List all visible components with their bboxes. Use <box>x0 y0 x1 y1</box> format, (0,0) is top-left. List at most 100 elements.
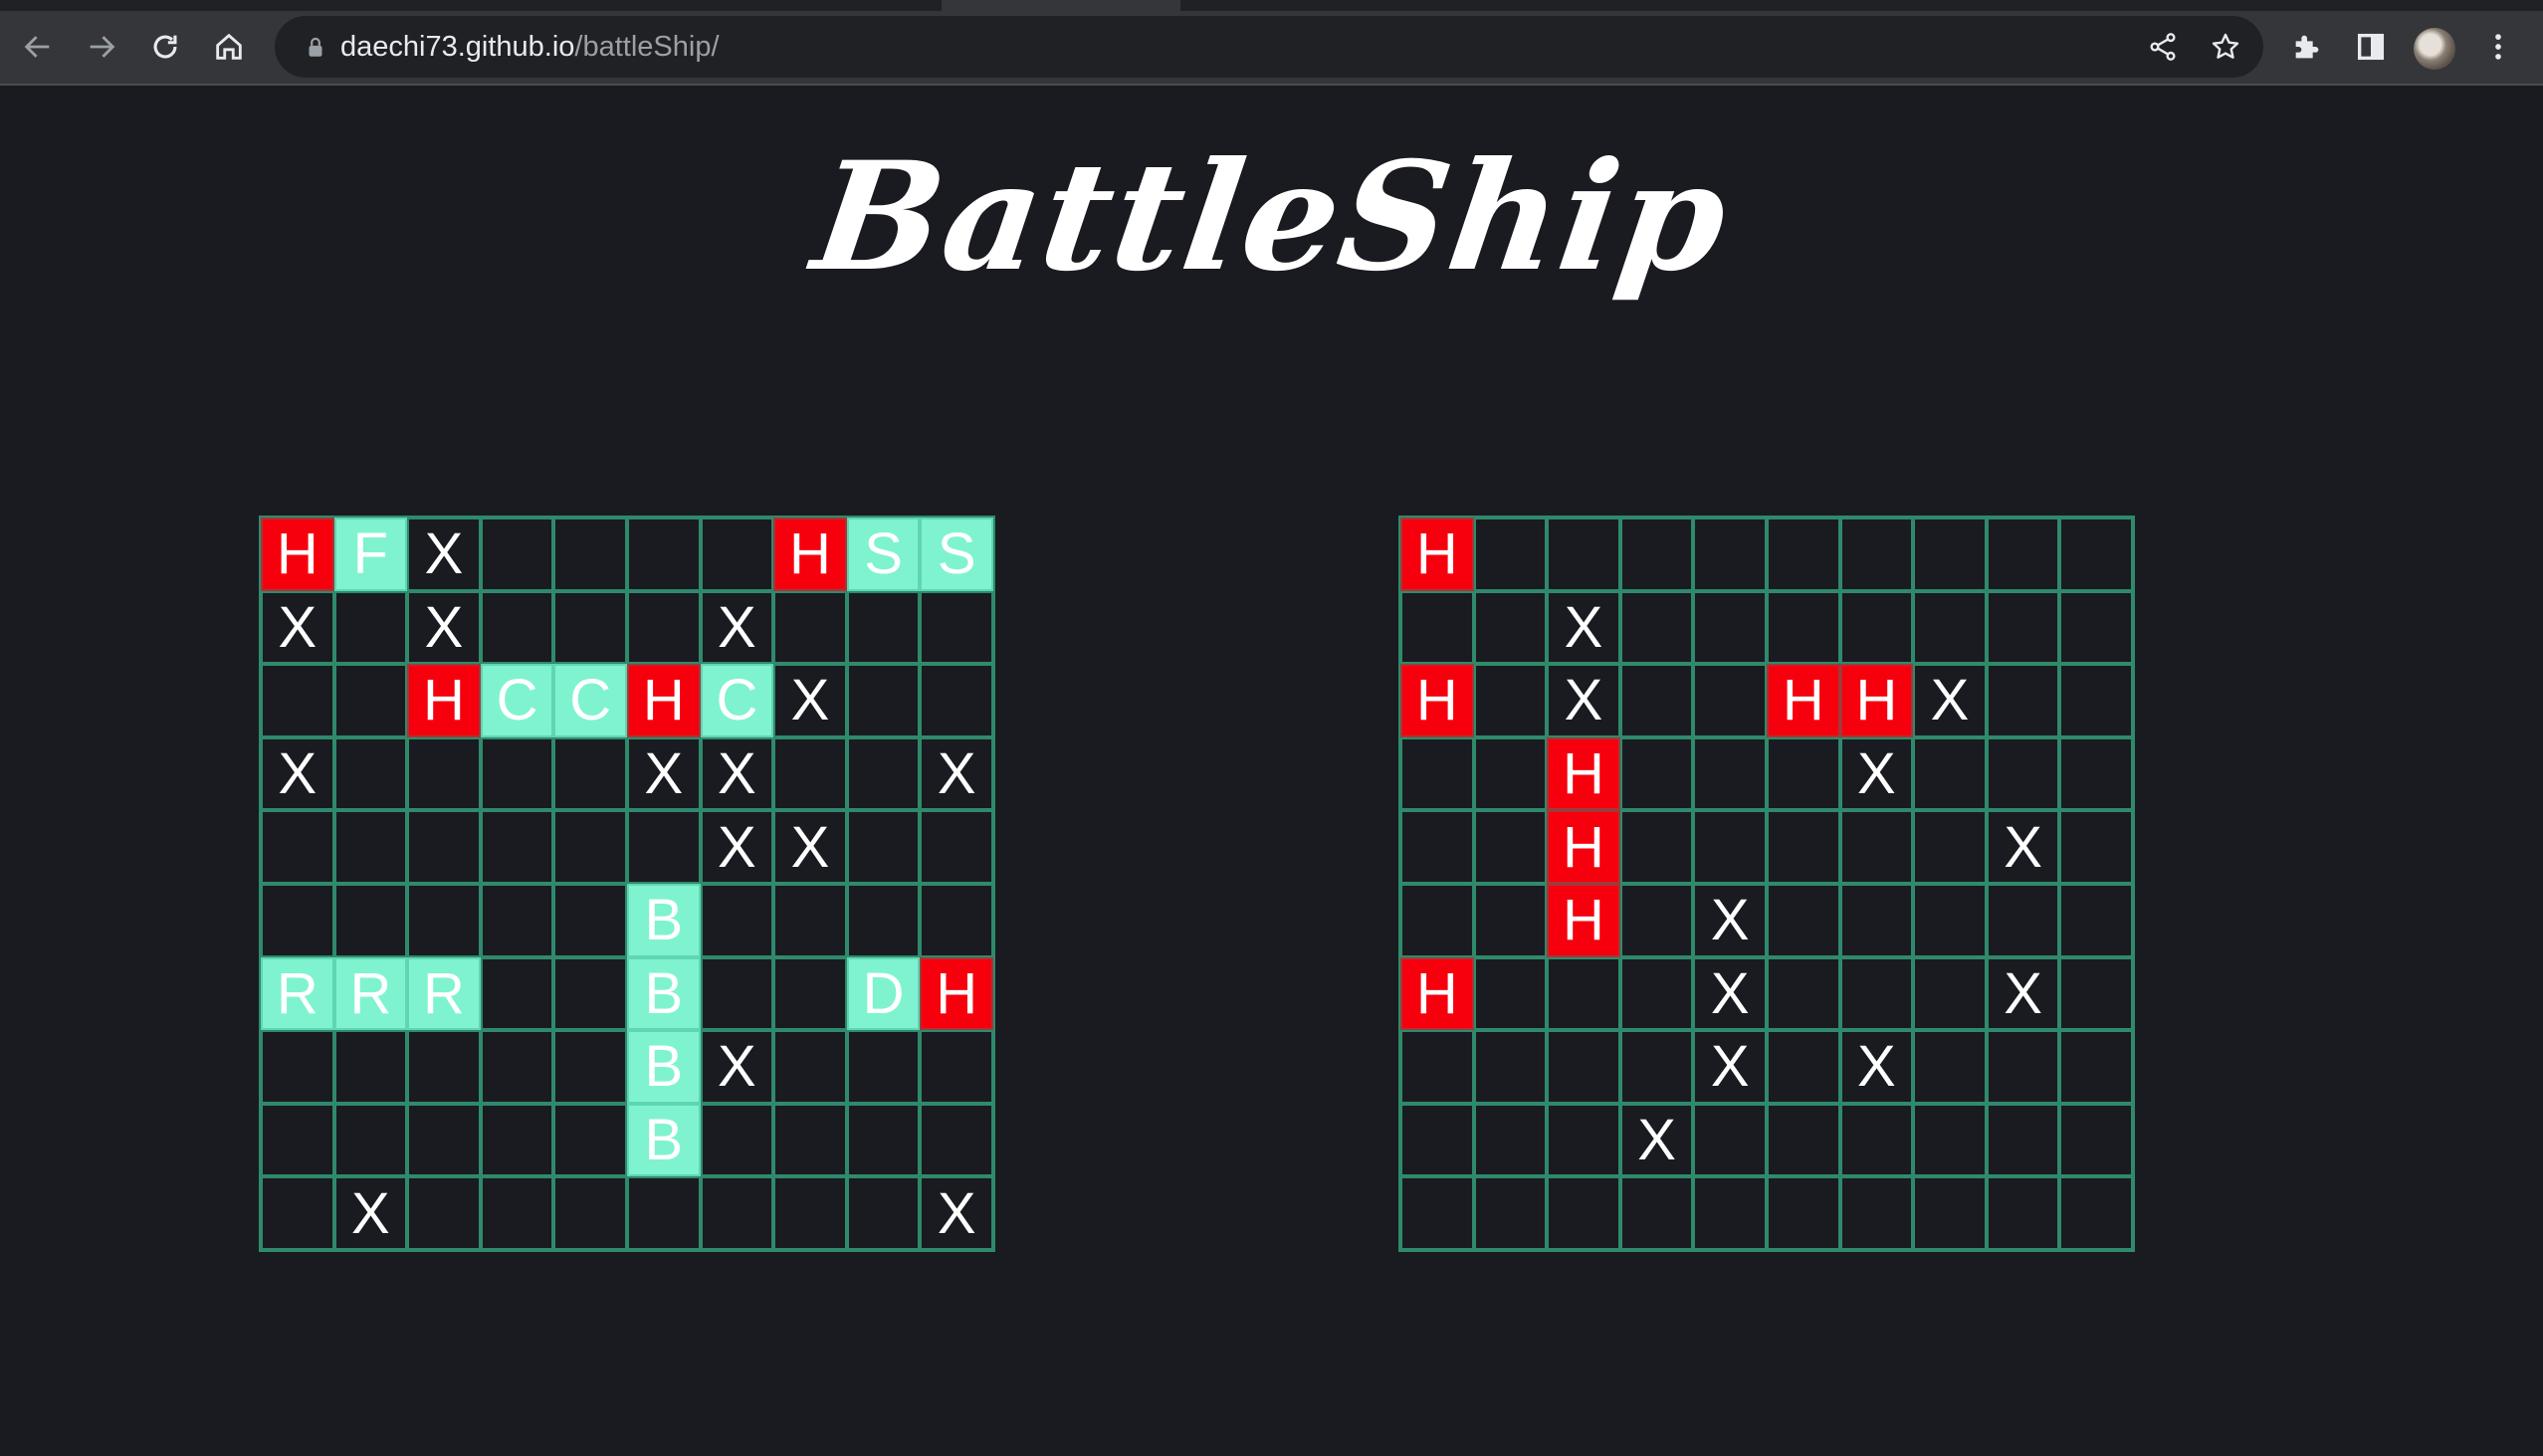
enemy-board-cell[interactable] <box>1619 736 1694 811</box>
enemy-board-cell[interactable] <box>1839 810 1914 884</box>
enemy-board-cell[interactable] <box>1986 664 2060 737</box>
enemy-board-cell[interactable] <box>1400 883 1474 957</box>
enemy-board-cell[interactable]: H <box>1400 664 1474 737</box>
enemy-board-cell[interactable] <box>1619 590 1694 665</box>
enemy-board-cell[interactable] <box>1913 518 1987 591</box>
enemy-board-cell[interactable] <box>2059 810 2133 884</box>
forward-arrow-icon[interactable] <box>76 21 127 73</box>
lock-icon[interactable] <box>299 30 332 64</box>
enemy-board-cell[interactable] <box>1400 1176 1474 1250</box>
enemy-board-cell[interactable]: X <box>1839 1030 1914 1104</box>
enemy-board-cell[interactable] <box>1839 1103 1914 1177</box>
enemy-board-cell[interactable]: H <box>1547 883 1620 957</box>
puzzle-icon[interactable] <box>2281 21 2333 73</box>
enemy-board-cell[interactable] <box>1473 1176 1548 1250</box>
enemy-board-cell[interactable] <box>1547 1176 1620 1250</box>
enemy-board-cell[interactable]: H <box>1839 664 1914 737</box>
enemy-board-cell[interactable] <box>1693 810 1767 884</box>
enemy-board-cell[interactable]: X <box>1986 956 2060 1031</box>
enemy-board-cell[interactable] <box>1473 956 1548 1031</box>
enemy-board-cell[interactable]: X <box>1693 1030 1767 1104</box>
enemy-board-cell[interactable] <box>1766 590 1840 665</box>
enemy-board-cell[interactable] <box>1473 810 1548 884</box>
enemy-board-cell[interactable]: H <box>1547 736 1620 811</box>
active-tab[interactable] <box>942 0 1180 11</box>
enemy-board-cell[interactable] <box>1913 883 1987 957</box>
enemy-board-cell[interactable] <box>1766 883 1840 957</box>
enemy-board-cell[interactable] <box>1473 736 1548 811</box>
enemy-board-cell[interactable] <box>1913 1030 1987 1104</box>
enemy-board-cell[interactable]: X <box>1913 664 1987 737</box>
enemy-board-cell[interactable] <box>2059 664 2133 737</box>
enemy-board-cell[interactable] <box>1693 1176 1767 1250</box>
address-bar[interactable]: daechi73.github.io/battleShip/ <box>275 16 2263 78</box>
reload-icon[interactable] <box>139 21 191 73</box>
enemy-board-cell[interactable]: H <box>1547 810 1620 884</box>
enemy-board-cell[interactable]: X <box>1619 1103 1694 1177</box>
enemy-board-cell[interactable] <box>1839 1176 1914 1250</box>
enemy-board-cell[interactable] <box>1693 590 1767 665</box>
enemy-board-cell[interactable] <box>1766 956 1840 1031</box>
enemy-board-cell[interactable]: H <box>1766 664 1840 737</box>
enemy-board-cell[interactable] <box>2059 590 2133 665</box>
enemy-board-cell[interactable] <box>1547 518 1620 591</box>
enemy-board-cell[interactable] <box>1473 1103 1548 1177</box>
profile-avatar[interactable] <box>2414 28 2455 70</box>
enemy-board-cell[interactable] <box>2059 1176 2133 1250</box>
enemy-board-cell[interactable] <box>2059 736 2133 811</box>
enemy-board-cell[interactable] <box>1913 810 1987 884</box>
enemy-board-cell[interactable] <box>1986 1103 2060 1177</box>
enemy-board-cell[interactable] <box>1839 518 1914 591</box>
enemy-board-cell[interactable] <box>1986 518 2060 591</box>
enemy-board-cell[interactable] <box>1766 810 1840 884</box>
enemy-board-cell[interactable] <box>1473 1030 1548 1104</box>
share-icon[interactable] <box>2137 21 2189 73</box>
enemy-board-cell[interactable] <box>1986 1176 2060 1250</box>
enemy-board-cell[interactable] <box>1619 1176 1694 1250</box>
enemy-board-cell[interactable] <box>1839 956 1914 1031</box>
url-text[interactable]: daechi73.github.io/battleShip/ <box>340 16 720 78</box>
enemy-board-cell[interactable] <box>1913 736 1987 811</box>
enemy-board-cell[interactable] <box>1619 664 1694 737</box>
enemy-board-cell[interactable] <box>1473 664 1548 737</box>
enemy-board-cell[interactable] <box>1619 1030 1694 1104</box>
enemy-board-cell[interactable] <box>1473 518 1548 591</box>
enemy-board-cell[interactable] <box>1913 1176 1987 1250</box>
enemy-board-cell[interactable] <box>1913 956 1987 1031</box>
enemy-board-cell[interactable] <box>1619 883 1694 957</box>
star-icon[interactable] <box>2200 21 2251 73</box>
enemy-board-cell[interactable] <box>1766 736 1840 811</box>
enemy-board-cell[interactable]: X <box>1986 810 2060 884</box>
enemy-board-cell[interactable] <box>1693 518 1767 591</box>
enemy-board-cell[interactable] <box>1400 590 1474 665</box>
kebab-menu-icon[interactable] <box>2472 21 2524 73</box>
enemy-board-cell[interactable]: X <box>1839 736 1914 811</box>
enemy-board-cell[interactable] <box>1400 810 1474 884</box>
enemy-board-cell[interactable] <box>1619 956 1694 1031</box>
enemy-board-cell[interactable] <box>1693 1103 1767 1177</box>
enemy-board-cell[interactable] <box>1400 736 1474 811</box>
enemy-board-cell[interactable] <box>2059 1103 2133 1177</box>
enemy-board-cell[interactable] <box>1986 590 2060 665</box>
enemy-board-cell[interactable] <box>1986 736 2060 811</box>
enemy-board-cell[interactable] <box>1693 664 1767 737</box>
enemy-board-cell[interactable]: X <box>1547 664 1620 737</box>
enemy-board-cell[interactable]: X <box>1693 956 1767 1031</box>
enemy-board-cell[interactable] <box>1839 590 1914 665</box>
home-icon[interactable] <box>203 21 255 73</box>
enemy-board-cell[interactable] <box>1547 1030 1620 1104</box>
enemy-board-cell[interactable] <box>1400 1103 1474 1177</box>
enemy-board-cell[interactable]: X <box>1547 590 1620 665</box>
enemy-board-cell[interactable] <box>1766 1176 1840 1250</box>
enemy-board-cell[interactable] <box>1693 736 1767 811</box>
enemy-board-cell[interactable] <box>1986 1030 2060 1104</box>
enemy-board-cell[interactable]: H <box>1400 956 1474 1031</box>
enemy-board[interactable]: HXHXHHXHXHXHXHXXXXX <box>1398 516 2135 1252</box>
enemy-board-cell[interactable] <box>1766 518 1840 591</box>
enemy-board-cell[interactable] <box>1547 1103 1620 1177</box>
enemy-board-cell[interactable] <box>1619 518 1694 591</box>
enemy-board-cell[interactable] <box>1839 883 1914 957</box>
enemy-board-cell[interactable] <box>2059 883 2133 957</box>
enemy-board-cell[interactable] <box>2059 1030 2133 1104</box>
enemy-board-cell[interactable] <box>1400 1030 1474 1104</box>
